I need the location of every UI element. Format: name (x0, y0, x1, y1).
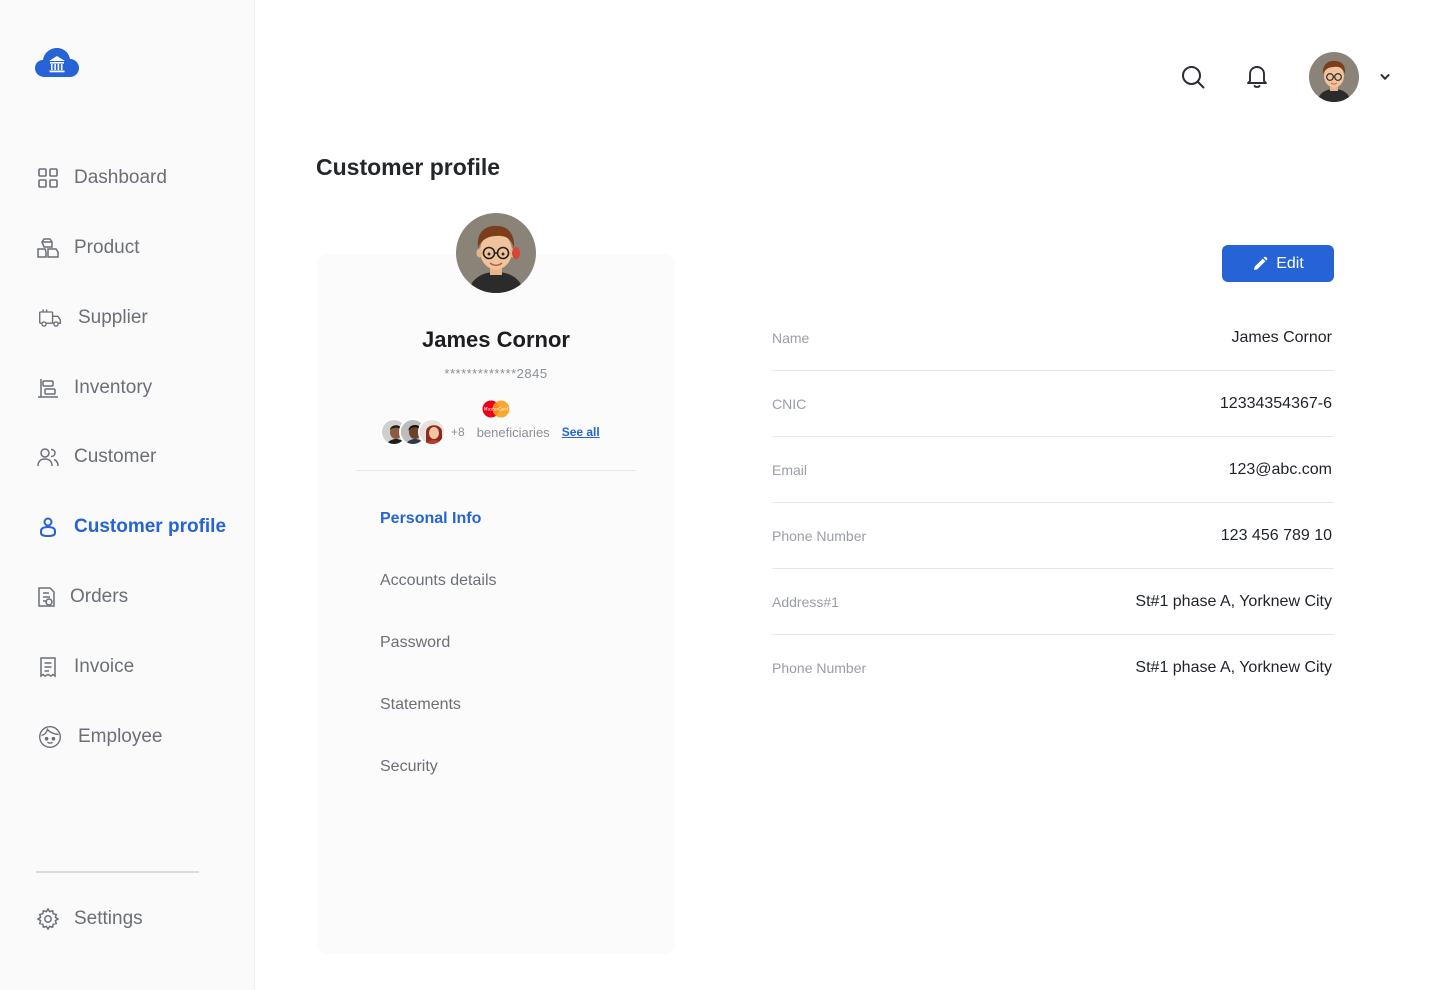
sidebar-item-dashboard[interactable]: Dashboard (36, 163, 167, 193)
pencil-icon (1254, 256, 1268, 270)
truck-icon (36, 306, 64, 330)
chevron-down-icon[interactable] (1378, 70, 1392, 84)
bell-icon[interactable] (1244, 63, 1270, 89)
grid-icon (36, 166, 60, 190)
sidebar-item-invoice[interactable]: Invoice (36, 652, 134, 682)
menu-password[interactable]: Password (380, 634, 450, 652)
sidebar-item-label: Invoice (74, 656, 135, 677)
detail-label: CNIC (772, 395, 807, 412)
detail-value: St#1 phase A, Yorknew City (1135, 659, 1332, 676)
sidebar-item-label: Customer (74, 446, 157, 467)
page-title: Customer profile (316, 154, 501, 180)
bank-cloud-logo-icon[interactable] (35, 44, 79, 80)
detail-row-name: Name James Cornor (772, 305, 1334, 371)
mastercard-logo-icon: MasterCard (480, 400, 512, 418)
detail-value: St#1 phase A, Yorknew City (1135, 592, 1332, 610)
detail-row-address: Address#1 St#1 phase A, Yorknew City (772, 569, 1334, 635)
sidebar-item-customer-profile[interactable]: Customer profile (36, 512, 226, 542)
sidebar-item-label: Inventory (74, 377, 153, 398)
detail-label: Phone Number (772, 660, 867, 676)
sidebar-item-label: Product (74, 237, 140, 258)
edit-button[interactable]: Edit (1222, 245, 1334, 282)
detail-row-cnic: CNIC 12334354367-6 (772, 371, 1334, 437)
users-icon (36, 445, 60, 469)
detail-label: Phone Number (772, 527, 867, 544)
detail-row-phone-2: Phone Number St#1 phase A, Yorknew City (772, 635, 1334, 701)
detail-label: Name (772, 329, 810, 346)
menu-statements[interactable]: Statements (380, 696, 461, 714)
sidebar-item-customer[interactable]: Customer (36, 442, 156, 472)
search-icon[interactable] (1180, 64, 1206, 90)
detail-value: 12334354367-6 (1219, 394, 1332, 412)
sidebar-item-label: Orders (70, 586, 129, 607)
profile-name: James Cornor (422, 327, 570, 352)
detail-value: James Cornor (1231, 328, 1332, 346)
boxes-icon (36, 236, 60, 260)
detail-value: 123 456 789 10 (1220, 526, 1332, 544)
sidebar-divider (36, 871, 199, 873)
beneficiaries-row: +8 beneficiaries See all (380, 417, 600, 447)
sidebar-item-settings[interactable]: Settings (36, 904, 143, 934)
see-all-link[interactable]: See all (562, 425, 600, 439)
beneficiary-avatar (418, 418, 446, 446)
profile-avatar (456, 213, 536, 293)
edit-button-label: Edit (1276, 254, 1304, 272)
menu-personal-info[interactable]: Personal Info (380, 510, 481, 528)
beneficiaries-count: +8 (451, 425, 465, 439)
mastercard-text: MasterCard (484, 407, 509, 412)
profile-card (317, 254, 675, 954)
gear-icon (36, 907, 60, 931)
sidebar-item-supplier[interactable]: Supplier (36, 303, 148, 333)
menu-accounts-details[interactable]: Accounts details (380, 572, 497, 590)
sidebar: Dashboard Product Supplier Inventory Cus… (0, 0, 255, 990)
sidebar-item-label: Settings (74, 908, 143, 929)
detail-value: 123@abc.com (1228, 460, 1332, 478)
detail-row-email: Email 123@abc.com (772, 437, 1334, 503)
detail-row-phone: Phone Number 123 456 789 10 (772, 503, 1334, 569)
sidebar-item-inventory[interactable]: Inventory (36, 373, 152, 403)
invoice-icon (36, 655, 60, 679)
card-divider (356, 470, 636, 471)
beneficiaries-label: beneficiaries (476, 424, 550, 440)
orders-icon (36, 585, 56, 609)
card-number: *************2845 (444, 366, 548, 381)
sidebar-item-label: Employee (78, 726, 163, 747)
face-icon (36, 723, 64, 751)
user-icon (36, 515, 60, 539)
sidebar-item-label: Supplier (78, 307, 148, 328)
sidebar-item-orders[interactable]: Orders (36, 582, 128, 612)
sidebar-item-label: Dashboard (74, 167, 167, 188)
inventory-icon (36, 376, 60, 400)
avatar[interactable] (1309, 52, 1359, 102)
sidebar-item-product[interactable]: Product (36, 233, 139, 263)
menu-security[interactable]: Security (380, 758, 438, 776)
sidebar-item-label: Customer profile (74, 516, 227, 537)
sidebar-item-employee[interactable]: Employee (36, 722, 163, 752)
detail-label: Email (772, 461, 808, 478)
detail-label: Address#1 (772, 593, 839, 610)
